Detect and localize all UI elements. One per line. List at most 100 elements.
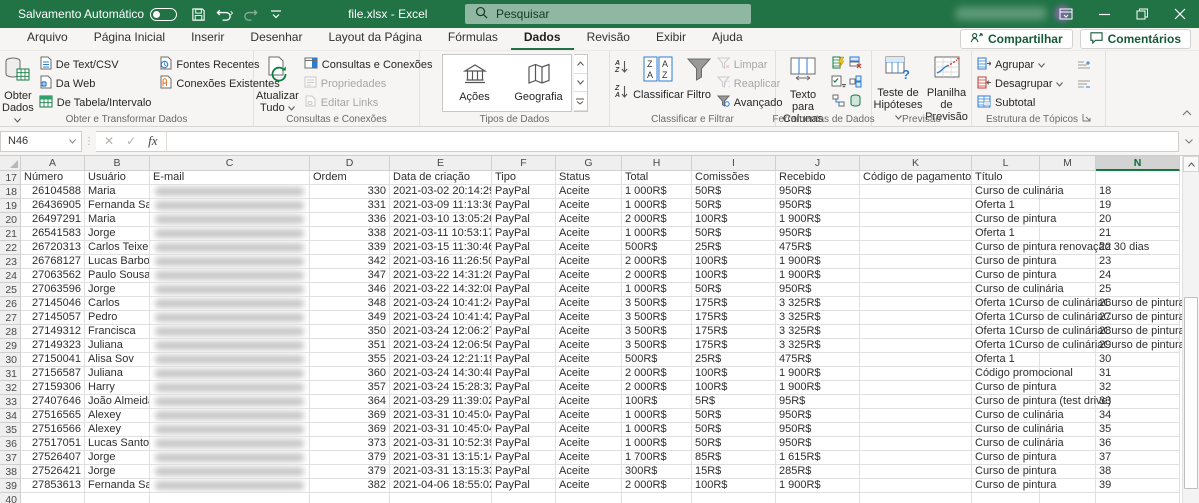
cell-k21[interactable] bbox=[860, 227, 972, 241]
cell-e26[interactable]: 2021-03-24 10:41:24 bbox=[390, 297, 492, 311]
cell-a30[interactable]: 27150041 bbox=[21, 353, 85, 367]
cell-d32[interactable]: 357 bbox=[310, 381, 390, 395]
cell-l40[interactable] bbox=[972, 493, 1040, 503]
from-web-button[interactable]: Da Web bbox=[36, 74, 155, 93]
tab-ajuda[interactable]: Ajuda bbox=[699, 27, 756, 50]
cell-b24[interactable]: Paulo Sousa bbox=[85, 269, 150, 283]
cell-k27[interactable] bbox=[860, 311, 972, 325]
cell-g18[interactable]: Aceite bbox=[556, 185, 622, 199]
cell-h39[interactable]: 2 000R$ bbox=[622, 479, 692, 493]
cell-e18[interactable]: 2021-03-02 20:14:29 bbox=[390, 185, 492, 199]
relationships-button[interactable] bbox=[832, 94, 845, 112]
column-header-n[interactable]: N bbox=[1096, 156, 1180, 171]
cell-g31[interactable]: Aceite bbox=[556, 367, 622, 381]
cell-d40[interactable] bbox=[310, 493, 390, 503]
cell-g20[interactable]: Aceite bbox=[556, 213, 622, 227]
cell-j19[interactable]: 950R$ bbox=[776, 199, 860, 213]
cell-h26[interactable]: 3 500R$ bbox=[622, 297, 692, 311]
cell-h21[interactable]: 1 000R$ bbox=[622, 227, 692, 241]
cell-i19[interactable]: 50R$ bbox=[692, 199, 776, 213]
cell-k20[interactable] bbox=[860, 213, 972, 227]
cell-b35[interactable]: Alexey bbox=[85, 423, 150, 437]
cell-k23[interactable] bbox=[860, 255, 972, 269]
cell-j36[interactable]: 950R$ bbox=[776, 437, 860, 451]
comments-button[interactable]: Comentários bbox=[1080, 29, 1191, 49]
cell-h40[interactable] bbox=[622, 493, 692, 503]
cell-f34[interactable]: PayPal bbox=[492, 409, 556, 423]
cell-a21[interactable]: 26541583 bbox=[21, 227, 85, 241]
cell-d21[interactable]: 338 bbox=[310, 227, 390, 241]
cell-k17[interactable]: Código de pagamento bbox=[860, 171, 972, 185]
cell-g21[interactable]: Aceite bbox=[556, 227, 622, 241]
cell-d31[interactable]: 360 bbox=[310, 367, 390, 381]
cell-g37[interactable]: Aceite bbox=[556, 451, 622, 465]
cell-h25[interactable]: 1 000R$ bbox=[622, 283, 692, 297]
subtotal-button[interactable]: Subtotal bbox=[974, 93, 1066, 112]
cell-e34[interactable]: 2021-03-31 10:45:04 bbox=[390, 409, 492, 423]
cell-j34[interactable]: 950R$ bbox=[776, 409, 860, 423]
cell-k33[interactable] bbox=[860, 395, 972, 409]
cell-e19[interactable]: 2021-03-09 11:13:36 bbox=[390, 199, 492, 213]
cell-i32[interactable]: 100R$ bbox=[692, 381, 776, 395]
cell-j17[interactable]: Recebido bbox=[776, 171, 860, 185]
row-header-31[interactable]: 31 bbox=[0, 367, 21, 381]
cell-i33[interactable]: 5R$ bbox=[692, 395, 776, 409]
cell-h18[interactable]: 1 000R$ bbox=[622, 185, 692, 199]
cell-g38[interactable]: Aceite bbox=[556, 465, 622, 479]
cell-j26[interactable]: 3 325R$ bbox=[776, 297, 860, 311]
cell-i21[interactable]: 50R$ bbox=[692, 227, 776, 241]
cell-n31[interactable]: 31 bbox=[1096, 367, 1180, 381]
cell-e33[interactable]: 2021-03-29 11:39:02 bbox=[390, 395, 492, 409]
cell-h28[interactable]: 3 500R$ bbox=[622, 325, 692, 339]
cancel-icon[interactable]: ✕ bbox=[104, 134, 114, 148]
cell-j18[interactable]: 950R$ bbox=[776, 185, 860, 199]
cell-d38[interactable]: 379 bbox=[310, 465, 390, 479]
cell-c23[interactable] bbox=[150, 255, 310, 269]
tab-arquivo[interactable]: Arquivo bbox=[14, 27, 81, 50]
clear-filter-button[interactable]: Limpar bbox=[714, 55, 786, 74]
vertical-scrollbar[interactable] bbox=[1182, 156, 1199, 503]
row-header-33[interactable]: 33 bbox=[0, 395, 21, 409]
cell-i24[interactable]: 100R$ bbox=[692, 269, 776, 283]
cell-e31[interactable]: 2021-03-24 14:30:48 bbox=[390, 367, 492, 381]
cell-a18[interactable]: 26104588 bbox=[21, 185, 85, 199]
cell-e24[interactable]: 2021-03-22 14:31:20 bbox=[390, 269, 492, 283]
cell-h33[interactable]: 100R$ bbox=[622, 395, 692, 409]
cell-b40[interactable] bbox=[85, 493, 150, 503]
cell-i29[interactable]: 175R$ bbox=[692, 339, 776, 353]
cell-i34[interactable]: 50R$ bbox=[692, 409, 776, 423]
cell-e30[interactable]: 2021-03-24 12:21:19 bbox=[390, 353, 492, 367]
tab-layout-da-pagina[interactable]: Layout da Página bbox=[315, 27, 434, 50]
cell-a25[interactable]: 27063596 bbox=[21, 283, 85, 297]
from-text-csv-button[interactable]: De Text/CSV bbox=[36, 55, 155, 74]
cell-c28[interactable] bbox=[150, 325, 310, 339]
cell-l34[interactable]: Curso de culinária bbox=[972, 409, 1040, 423]
cell-l33[interactable]: Curso de pintura (test drive) bbox=[972, 395, 1040, 409]
column-header-a[interactable]: A bbox=[21, 156, 85, 171]
tab-desenhar[interactable]: Desenhar bbox=[237, 27, 315, 50]
cell-c33[interactable] bbox=[150, 395, 310, 409]
gallery-more-button[interactable] bbox=[574, 92, 587, 111]
cell-d25[interactable]: 346 bbox=[310, 283, 390, 297]
cell-i23[interactable]: 100R$ bbox=[692, 255, 776, 269]
column-header-h[interactable]: H bbox=[622, 156, 692, 171]
cell-n38[interactable]: 38 bbox=[1096, 465, 1180, 479]
group-button[interactable]: Agrupar bbox=[974, 55, 1066, 74]
cell-g25[interactable]: Aceite bbox=[556, 283, 622, 297]
cell-b33[interactable]: João Almeida bbox=[85, 395, 150, 409]
cell-k39[interactable] bbox=[860, 479, 972, 493]
cell-a22[interactable]: 26720313 bbox=[21, 241, 85, 255]
cell-f21[interactable]: PayPal bbox=[492, 227, 556, 241]
column-header-m[interactable]: M bbox=[1040, 156, 1096, 171]
flash-fill-button[interactable] bbox=[832, 56, 845, 74]
tab-revisao[interactable]: Revisão bbox=[574, 27, 643, 50]
sort-button[interactable]: ZAAZ Classificar bbox=[633, 53, 684, 113]
cell-a29[interactable]: 27149323 bbox=[21, 339, 85, 353]
expand-formula-bar-button[interactable] bbox=[1179, 139, 1199, 144]
cell-j23[interactable]: 1 900R$ bbox=[776, 255, 860, 269]
cell-b20[interactable]: Maria bbox=[85, 213, 150, 227]
cell-i31[interactable]: 100R$ bbox=[692, 367, 776, 381]
cell-k40[interactable] bbox=[860, 493, 972, 503]
cell-n34[interactable]: 34 bbox=[1096, 409, 1180, 423]
cell-n21[interactable]: 21 bbox=[1096, 227, 1180, 241]
